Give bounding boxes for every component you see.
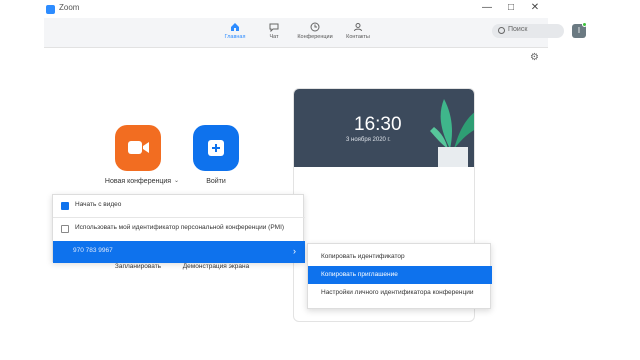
new-meeting-label: Новая конференция [104, 178, 172, 185]
join-label: Войти [206, 178, 226, 185]
plus-icon [208, 140, 224, 156]
schedule-label: Запланировать [114, 263, 162, 270]
chevron-right-icon: › [293, 246, 296, 256]
copy-id-label: Копировать идентификатор [321, 253, 405, 260]
search-input[interactable]: Поиск [492, 24, 564, 38]
use-pmi-label: Использовать мой идентификатор персональ… [75, 224, 285, 231]
copy-invite-label: Копировать приглашение [321, 271, 398, 278]
pmi-settings-item[interactable]: Настройки личного идентификатора конфере… [308, 284, 492, 302]
search-icon [498, 27, 505, 34]
video-camera-icon [128, 141, 149, 154]
plant-illustration-icon [430, 99, 474, 167]
clock-date: 3 ноября 2020 г. [346, 137, 391, 143]
new-meeting-chevron-icon[interactable]: ⌄ [174, 177, 179, 184]
start-video-label: Начать с видео [75, 201, 122, 208]
online-status-icon [582, 22, 587, 27]
use-pmi-option[interactable]: Использовать мой идентификатор персональ… [53, 218, 305, 240]
share-screen-label: Демонстрация экрана [182, 263, 250, 270]
new-meeting-dropdown: Начать с видео Использовать мой идентифи… [52, 194, 305, 263]
top-nav: Главная Чат Конференции Контакты Поиск I [44, 18, 587, 48]
contacts-icon [354, 23, 362, 32]
home-icon [231, 23, 239, 31]
zoom-logo-icon [46, 5, 55, 14]
checkbox-checked-icon[interactable] [61, 202, 69, 210]
copy-id-item[interactable]: Копировать идентификатор [308, 248, 492, 266]
checkbox-unchecked-icon[interactable] [61, 225, 69, 233]
pmi-submenu: Копировать идентификатор Копировать приг… [307, 243, 492, 309]
start-video-option[interactable]: Начать с видео [53, 195, 305, 217]
search-placeholder: Поиск [508, 26, 528, 33]
clock-time: 16:30 [354, 114, 402, 135]
maximize-button[interactable]: □ [504, 2, 518, 13]
join-button[interactable] [193, 125, 239, 171]
pmi-number: 970 783 9967 [73, 247, 113, 254]
pmi-settings-label: Настройки личного идентификатора конфере… [321, 289, 474, 296]
nav-contacts-label: Контакты [346, 34, 370, 40]
minimize-button[interactable]: — [480, 2, 494, 13]
title-bar: Zoom — □ ✕ [0, 0, 640, 18]
close-button[interactable]: ✕ [528, 2, 542, 13]
pmi-number-row[interactable]: 970 783 9967 › [53, 241, 305, 263]
new-meeting-button[interactable] [115, 125, 161, 171]
copy-invite-item[interactable]: Копировать приглашение [308, 266, 492, 284]
settings-gear-icon[interactable]: ⚙ [530, 52, 539, 63]
clock-icon [310, 22, 320, 32]
nav-contacts[interactable]: Контакты [333, 20, 383, 46]
calendar-hero: 16:30 3 ноября 2020 г. [294, 89, 474, 167]
chat-icon [269, 23, 279, 32]
window-title: Zoom [59, 3, 80, 12]
